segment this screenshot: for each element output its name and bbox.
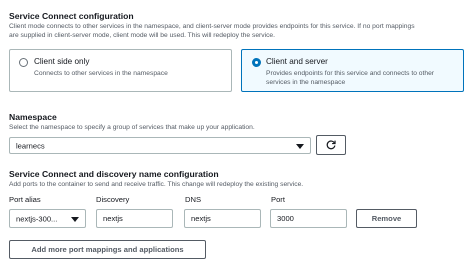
namespace-description: Select the namespace to specify a group … [9,124,255,131]
client-side-only-description: Connects to other services in the namesp… [34,70,168,77]
port-alias-value: nextjs-300... [16,214,58,223]
refresh-icon [326,140,336,150]
service-connect-description-line2: are supplied in client-server mode, clie… [9,32,276,39]
dns-input[interactable]: nextjs [184,209,261,228]
add-more-port-mappings-button[interactable]: Add more port mappings and applications [9,240,206,259]
namespace-select[interactable]: learnecs [9,137,311,154]
port-alias-select[interactable]: nextjs-300... [9,209,86,228]
namespace-refresh-button[interactable] [316,135,346,155]
port-input[interactable]: 3000 [270,209,347,228]
remove-button[interactable]: Remove [356,209,417,228]
chevron-down-icon [71,216,79,222]
client-and-server-radio[interactable] [252,58,261,67]
discovery-config-title: Service Connect and discovery name confi… [9,169,219,179]
service-connect-title: Service Connect configuration [9,11,134,21]
client-side-only-label: Client side only [34,57,90,66]
port-alias-column-label: Port alias [9,195,41,204]
client-and-server-option[interactable]: Client and server Provides endpoints for… [241,49,464,92]
namespace-label: Namespace [9,112,57,122]
client-and-server-label: Client and server [266,57,328,66]
client-and-server-description-line2: services in the namespace [266,79,346,86]
discovery-column-label: Discovery [96,195,130,204]
discovery-config-description: Add ports to the container to send and r… [9,181,304,188]
discovery-input[interactable]: nextjs [96,209,173,228]
port-column-label: Port [271,195,285,204]
client-side-only-radio[interactable] [19,58,28,67]
namespace-value: learnecs [16,141,45,150]
client-side-only-option[interactable]: Client side only Connects to other servi… [9,49,232,92]
dns-column-label: DNS [185,195,202,204]
service-connect-description-line1: Client mode connects to other services i… [9,23,415,30]
chevron-down-icon [296,143,304,149]
